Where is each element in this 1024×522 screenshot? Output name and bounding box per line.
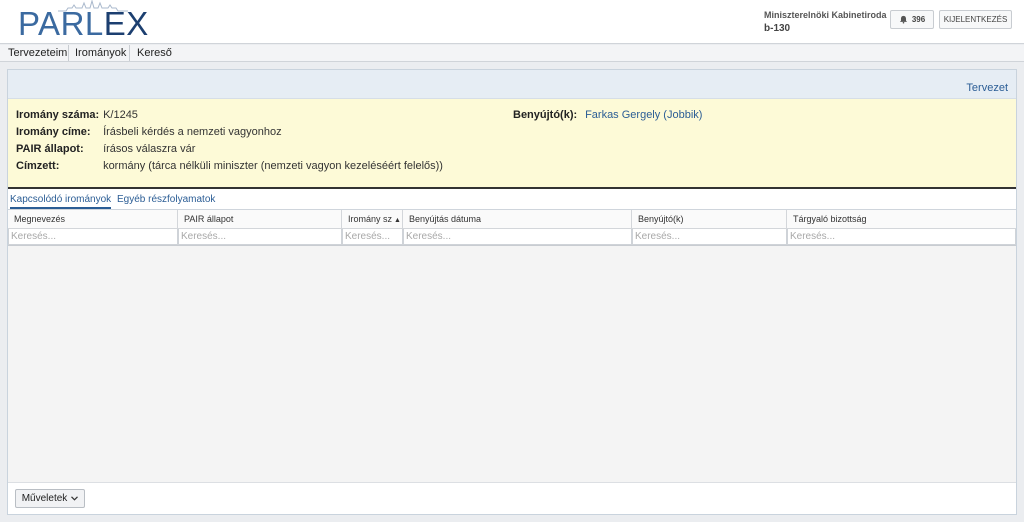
grid-header: Megnevezés PAIR állapot Iromány sz ▲ Beny… [8,210,1016,229]
panel-footer: Műveletek [8,482,1016,514]
filter-row [8,229,1016,246]
parlex-logo[interactable]: PARLEX [18,0,148,44]
pair-status-label: PAIR állapot: [16,143,84,155]
app-header: PARLEX Miniszterelnöki Kabinetiroda b-13… [0,0,1024,44]
recipient-row: Címzett: kormány (tárca nélküli miniszte… [16,160,443,172]
column-header-label: Benyújtás dátuma [409,214,482,224]
main-menu: Tervezeteim Irományok Kereső [0,45,1024,62]
column-header-label: PAIR állapot [184,214,234,224]
filter-pair-status-input[interactable] [178,229,342,245]
actions-dropdown-button[interactable]: Műveletek [15,489,85,508]
number-value: K/1245 [103,109,138,121]
document-info: Iromány száma: K/1245 Iromány címe: Írás… [8,99,1016,189]
pair-status-value: írásos válaszra vár [103,143,196,155]
notification-count: 396 [911,15,926,24]
column-header-name[interactable]: Megnevezés [8,210,178,228]
column-header-submitters[interactable]: Benyújtó(k) [632,210,787,228]
filter-submitters-input[interactable] [632,229,787,245]
menu-item-tervezeteim[interactable]: Tervezeteim [2,45,69,61]
column-header-number[interactable]: Iromány sz ▲ [342,210,403,228]
column-header-submission-date[interactable]: Benyújtás dátuma [403,210,632,228]
filter-name-input[interactable] [8,229,178,245]
column-header-label: Tárgyaló bizottság [793,214,867,224]
filter-committee-input[interactable] [787,229,1016,245]
chevron-down-icon [71,496,79,501]
actions-label: Műveletek [21,493,68,504]
logout-button[interactable]: KIJELENTKEZÉS [939,10,1012,29]
tab-related-documents[interactable]: Kapcsolódó irományok [10,194,112,209]
panel-toolbar: Tervezet [8,70,1016,99]
bell-icon [899,15,907,24]
column-header-committee[interactable]: Tárgyaló bizottság [787,210,1016,228]
tab-other-subprocesses[interactable]: Egyéb részfolyamatok [117,194,215,207]
title-value: Írásbeli kérdés a nemzeti vagyonhoz [103,126,282,138]
user-id: b-130 [764,23,791,34]
submitter-label: Benyújtó(k): [513,109,578,121]
filter-submission-date-input[interactable] [403,229,632,245]
recipient-label: Címzett: [16,160,60,172]
title-row: Iromány címe: Írásbeli kérdés a nemzeti … [16,126,282,138]
submitter-link[interactable]: Farkas Gergely (Jobbik) [585,109,702,121]
tab-bar: Kapcsolódó irományok Egyéb részfolyamato… [8,191,1016,210]
menu-item-iromanyok[interactable]: Irományok [69,45,130,61]
column-header-pair-status[interactable]: PAIR állapot [178,210,342,228]
recipient-value: kormány (tárca nélküli miniszter (nemzet… [103,160,443,172]
column-header-label: Benyújtó(k) [638,214,684,224]
sort-ascending-icon: ▲ [394,217,401,224]
pair-status-row: PAIR állapot: írásos válaszra vár [16,143,195,155]
filter-number-input[interactable] [342,229,403,245]
document-panel: Tervezet Iromány száma: K/1245 Iromány c… [7,69,1017,515]
notifications-button[interactable]: 396 [890,10,934,29]
documents-grid: Megnevezés PAIR állapot Iromány sz ▲ Beny… [8,210,1016,482]
submitter-row: Benyújtó(k): Farkas Gergely (Jobbik) [513,109,702,121]
menu-item-kereso[interactable]: Kereső [131,45,175,61]
number-row: Iromány száma: K/1245 [16,109,138,121]
draft-link[interactable]: Tervezet [966,82,1008,94]
number-label: Iromány száma: [16,109,100,121]
organization-name: Miniszterelnöki Kabinetiroda [764,10,887,20]
logo-text: PARLEX [18,5,149,42]
column-header-label: Iromány sz [348,214,393,224]
title-label: Iromány címe: [16,126,91,138]
column-header-label: Megnevezés [14,214,66,224]
